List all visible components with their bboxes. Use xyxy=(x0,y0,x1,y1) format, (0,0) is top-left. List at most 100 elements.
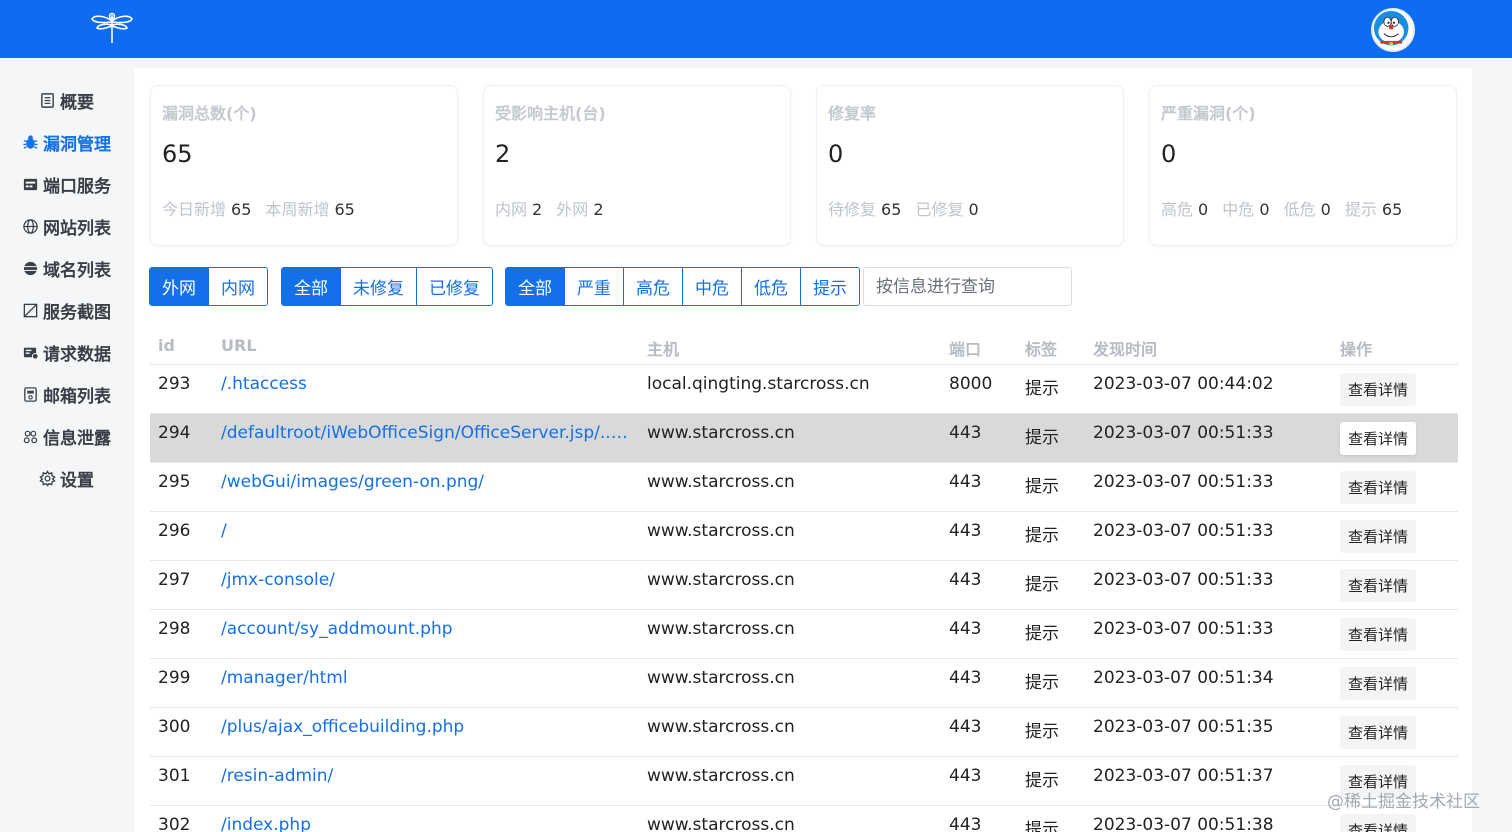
cell-url-link[interactable]: /account/sy_addmount.php xyxy=(221,619,629,639)
sidebar-item-email-list[interactable]: 邮箱列表 xyxy=(0,379,133,409)
cell-url-link[interactable]: /resin-admin/ xyxy=(221,766,629,786)
cell-host: www.starcross.cn xyxy=(647,472,795,492)
sidebar: 概要 漏洞管理 端口服务 网站列表 域名列表 服务截图 请求数据 邮箱列表 信息… xyxy=(0,58,133,832)
sidebar-item-settings[interactable]: 设置 xyxy=(0,463,133,493)
filter-external-network[interactable]: 外网 xyxy=(150,268,209,305)
cell-url-link[interactable]: /jmx-console/ xyxy=(221,570,629,590)
cell-url-link[interactable]: /.htaccess xyxy=(221,374,629,394)
view-details-button[interactable]: 查看详情 xyxy=(1340,814,1416,832)
cell-found-time: 2023-03-07 00:44:02 xyxy=(1093,374,1274,394)
card-title: 漏洞总数(个) xyxy=(162,104,257,123)
sidebar-item-request-data[interactable]: 请求数据 xyxy=(0,337,133,367)
column-header-url: URL xyxy=(221,336,257,355)
view-details-button[interactable]: 查看详情 xyxy=(1340,716,1416,749)
card-value: 2 xyxy=(495,140,511,168)
card-sub: 内网 2 外网 2 xyxy=(495,196,613,220)
filter-severity-medium[interactable]: 中危 xyxy=(683,268,742,305)
cell-id: 298 xyxy=(158,619,191,639)
cell-tag: 提示 xyxy=(1025,820,1059,832)
card-sub-label: 提示 xyxy=(1344,200,1377,219)
filter-status-unfixed[interactable]: 未修复 xyxy=(341,268,417,305)
table-row[interactable]: 300 /plus/ajax_officebuilding.php www.st… xyxy=(150,708,1458,757)
search-input[interactable] xyxy=(863,267,1072,306)
sidebar-item-service-screenshots[interactable]: 服务截图 xyxy=(0,295,133,325)
cell-url-link[interactable]: /webGui/images/green-on.png/ xyxy=(221,472,629,492)
globe-icon xyxy=(23,218,38,234)
card-title: 严重漏洞(个) xyxy=(1161,104,1256,123)
card-sub-value: 0 xyxy=(1259,200,1270,219)
table-row[interactable]: 302 /index.php www.starcross.cn 443 提示 2… xyxy=(150,806,1458,832)
filter-internal-network[interactable]: 内网 xyxy=(209,268,267,305)
cell-tag: 提示 xyxy=(1025,771,1059,791)
cell-tag: 提示 xyxy=(1025,477,1059,497)
cell-tag: 提示 xyxy=(1025,526,1059,546)
cell-url-link[interactable]: /index.php xyxy=(221,815,629,832)
cell-host: www.starcross.cn xyxy=(647,619,795,639)
sidebar-item-info-leak[interactable]: 信息泄露 xyxy=(0,421,133,451)
table-row[interactable]: 296 / www.starcross.cn 443 提示 2023-03-07… xyxy=(150,512,1458,561)
sidebar-item-port-services[interactable]: 端口服务 xyxy=(0,169,133,199)
view-details-button[interactable]: 查看详情 xyxy=(1340,520,1416,553)
column-header-port: 端口 xyxy=(949,340,982,359)
view-details-button[interactable]: 查看详情 xyxy=(1340,471,1416,504)
cell-host: www.starcross.cn xyxy=(647,570,795,590)
table-row[interactable]: 299 /manager/html www.starcross.cn 443 提… xyxy=(150,659,1458,708)
sidebar-item-label: 邮箱列表 xyxy=(43,386,111,407)
cell-port: 8000 xyxy=(949,374,993,394)
table-row[interactable]: 293 /.htaccess local.qingting.starcross.… xyxy=(150,365,1458,414)
stat-card-affected-hosts: 受影响主机(台) 2 内网 2 外网 2 xyxy=(483,85,791,246)
view-details-button[interactable]: 查看详情 xyxy=(1340,667,1416,700)
sidebar-item-label: 网站列表 xyxy=(43,218,111,239)
gear-icon xyxy=(39,469,56,487)
cell-host: local.qingting.starcross.cn xyxy=(647,374,870,394)
cell-host: www.starcross.cn xyxy=(647,815,795,832)
filter-status-fixed[interactable]: 已修复 xyxy=(417,268,492,305)
card-title: 受影响主机(台) xyxy=(495,104,606,123)
cell-url-link[interactable]: / xyxy=(221,521,629,541)
table-row[interactable]: 301 /resin-admin/ www.starcross.cn 443 提… xyxy=(150,757,1458,806)
cell-found-time: 2023-03-07 00:51:33 xyxy=(1093,472,1274,492)
cell-tag: 提示 xyxy=(1025,722,1059,742)
document-icon xyxy=(41,92,54,108)
filter-severity-critical[interactable]: 严重 xyxy=(565,268,624,305)
cell-id: 299 xyxy=(158,668,191,688)
card-value: 65 xyxy=(162,140,193,168)
cell-port: 443 xyxy=(949,668,982,688)
card-sub-label: 今日新增 xyxy=(162,200,227,219)
sidebar-item-label: 服务截图 xyxy=(43,302,111,323)
table-row[interactable]: 297 /jmx-console/ www.starcross.cn 443 提… xyxy=(150,561,1458,610)
sidebar-item-overview[interactable]: 概要 xyxy=(0,85,133,115)
filter-severity-low[interactable]: 低危 xyxy=(742,268,801,305)
cell-port: 443 xyxy=(949,521,982,541)
table-row[interactable]: 298 /account/sy_addmount.php www.starcro… xyxy=(150,610,1458,659)
doraemon-avatar-icon xyxy=(1373,10,1409,46)
filter-status-all[interactable]: 全部 xyxy=(282,268,341,305)
table-row[interactable]: 295 /webGui/images/green-on.png/ www.sta… xyxy=(150,463,1458,512)
card-sub: 高危 0 中危 0 低危 0 提示 65 xyxy=(1161,196,1411,220)
user-avatar[interactable] xyxy=(1371,8,1415,52)
sidebar-item-vuln-management[interactable]: 漏洞管理 xyxy=(0,127,133,157)
filter-severity-high[interactable]: 高危 xyxy=(624,268,683,305)
filter-severity-info[interactable]: 提示 xyxy=(801,268,859,305)
card-sub-value: 2 xyxy=(593,200,604,219)
cell-found-time: 2023-03-07 00:51:33 xyxy=(1093,619,1274,639)
cell-url-link[interactable]: /plus/ajax_officebuilding.php xyxy=(221,717,629,737)
table-row[interactable]: 294 /defaultroot/iWebOfficeSign/OfficeSe… xyxy=(150,414,1458,463)
dragonfly-logo-icon[interactable] xyxy=(88,11,136,45)
filter-severity-all[interactable]: 全部 xyxy=(506,268,565,305)
sidebar-item-label: 漏洞管理 xyxy=(43,134,111,155)
leak-icon xyxy=(23,430,38,443)
cell-port: 443 xyxy=(949,717,982,737)
view-details-button[interactable]: 查看详情 xyxy=(1340,569,1416,602)
cell-url-link[interactable]: /defaultroot/iWebOfficeSign/OfficeServer… xyxy=(221,423,629,443)
sidebar-item-label: 请求数据 xyxy=(43,344,111,365)
view-details-button[interactable]: 查看详情 xyxy=(1340,618,1416,651)
cell-url-link[interactable]: /manager/html xyxy=(221,668,629,688)
view-details-button[interactable]: 查看详情 xyxy=(1340,373,1416,406)
sidebar-item-website-list[interactable]: 网站列表 xyxy=(0,211,133,241)
card-sub-value: 2 xyxy=(532,200,543,219)
card-sub-label: 本周新增 xyxy=(265,200,330,219)
sidebar-item-domain-list[interactable]: 域名列表 xyxy=(0,253,133,283)
cell-tag: 提示 xyxy=(1025,575,1059,595)
view-details-button[interactable]: 查看详情 xyxy=(1340,422,1416,455)
